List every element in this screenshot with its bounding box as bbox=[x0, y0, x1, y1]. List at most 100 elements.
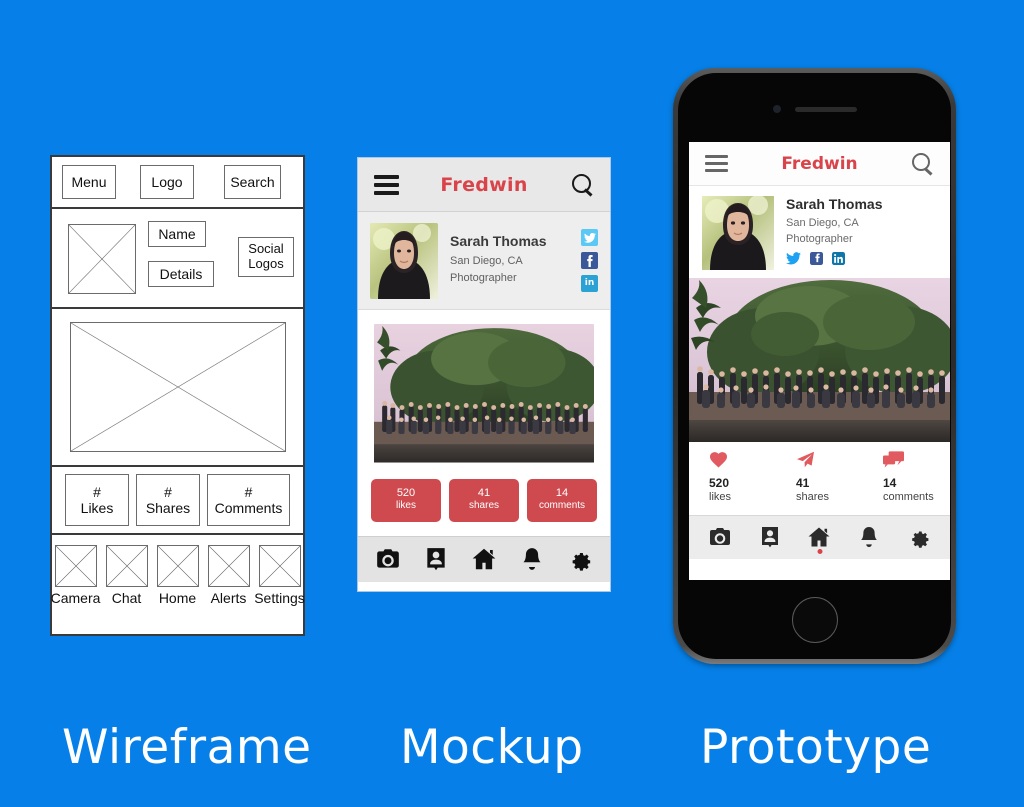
prototype-comments-stat[interactable]: 14 comments bbox=[863, 451, 950, 505]
wireframe-stat-comments-label: Comments bbox=[214, 500, 283, 516]
mockup-comments-label: comments bbox=[538, 500, 586, 512]
caption-prototype: Prototype bbox=[700, 720, 932, 775]
mockup-profile-card: Sarah Thomas San Diego, CA Photographer … bbox=[358, 212, 610, 310]
wireframe-search-box[interactable]: Search bbox=[224, 165, 281, 199]
wireframe-nav-chat-label: Chat bbox=[111, 590, 142, 606]
search-icon[interactable] bbox=[572, 173, 594, 196]
wireframe-nav-camera-placeholder bbox=[54, 545, 97, 587]
mockup-likes-label: likes bbox=[395, 500, 416, 512]
mockup-profile-name: Sarah Thomas bbox=[450, 232, 547, 249]
wireframe-nav-alerts[interactable]: Alerts bbox=[205, 545, 252, 606]
wireframe-nav-settings-label: Settings bbox=[254, 590, 305, 606]
linkedin-icon[interactable] bbox=[832, 252, 845, 265]
mockup-likes-count: 520 bbox=[396, 486, 416, 499]
home-icon[interactable] bbox=[471, 546, 497, 572]
mockup-profile-location: San Diego, CA bbox=[450, 254, 523, 267]
prototype-shares-stat[interactable]: 41 shares bbox=[776, 451, 863, 505]
contact-icon[interactable] bbox=[758, 525, 782, 549]
wireframe-social-line1: Social bbox=[248, 241, 284, 257]
avatar bbox=[370, 222, 438, 299]
linkedin-icon[interactable]: in bbox=[581, 275, 598, 292]
wireframe-nav-section: Camera Chat Home Alerts Settings bbox=[51, 535, 305, 631]
prototype-brand-title: Fredwin bbox=[781, 153, 858, 174]
home-button[interactable] bbox=[791, 597, 838, 643]
mockup-comments-count: 14 bbox=[555, 486, 569, 499]
earpiece-grille bbox=[794, 106, 857, 112]
mockup-likes-button[interactable]: 520 likes bbox=[371, 478, 441, 522]
prototype-likes-count: 520 bbox=[709, 476, 730, 490]
paper-plane-icon bbox=[796, 451, 863, 471]
wireframe-social-logos-box[interactable]: Social Logos bbox=[238, 237, 294, 277]
prototype-likes-stat[interactable]: 520 likes bbox=[689, 451, 776, 505]
wireframe-social-line2: Logos bbox=[248, 256, 284, 271]
wireframe-stats-section: # Likes # Shares # Comments bbox=[52, 467, 303, 535]
front-camera-icon bbox=[772, 105, 781, 113]
wireframe-header: Menu Logo Search bbox=[52, 157, 303, 209]
wireframe-profile-section: Name Details Social Logos bbox=[52, 209, 303, 309]
hamburger-icon[interactable] bbox=[705, 155, 728, 172]
wireframe-logo-box[interactable]: Logo bbox=[140, 165, 194, 199]
contact-icon[interactable] bbox=[423, 546, 449, 572]
facebook-icon[interactable] bbox=[581, 252, 598, 269]
phone-speaker-assembly bbox=[772, 105, 857, 113]
caption-mockup: Mockup bbox=[400, 720, 584, 775]
wireframe-stat-comments[interactable]: # Comments bbox=[207, 474, 290, 526]
bell-icon[interactable] bbox=[857, 525, 881, 549]
wireframe-hero-placeholder bbox=[69, 322, 286, 452]
gear-icon[interactable] bbox=[567, 546, 593, 572]
wireframe-stat-likes[interactable]: # Likes bbox=[65, 474, 129, 526]
prototype-phone-frame: Fredwin Sarah Thomas San Diego, CA Photo… bbox=[673, 68, 956, 664]
wireframe-nav-home-placeholder bbox=[156, 545, 199, 587]
wireframe-nav-settings[interactable]: Settings bbox=[254, 545, 305, 606]
wireframe-stat-shares-hash: # bbox=[164, 483, 172, 500]
wireframe-menu-box[interactable]: Menu bbox=[62, 165, 116, 199]
wireframe-stat-likes-label: Likes bbox=[80, 500, 114, 516]
wireframe-nav-alerts-placeholder bbox=[207, 545, 250, 587]
slide-canvas: Menu Logo Search Name Details Social Log… bbox=[0, 0, 1024, 807]
prototype-social-links bbox=[786, 252, 882, 265]
wireframe-avatar-placeholder bbox=[68, 224, 136, 294]
post-photo bbox=[689, 278, 950, 442]
wireframe-details-box[interactable]: Details bbox=[148, 261, 214, 287]
hamburger-icon[interactable] bbox=[374, 174, 399, 195]
gear-icon[interactable] bbox=[907, 525, 931, 549]
camera-icon[interactable] bbox=[708, 525, 732, 549]
mockup-shares-button[interactable]: 41 shares bbox=[449, 478, 519, 522]
wireframe-nav-chat-placeholder bbox=[105, 545, 148, 587]
wireframe-stat-shares-label: Shares bbox=[145, 500, 191, 516]
camera-icon[interactable] bbox=[375, 546, 401, 572]
mockup-profile-occupation: Photographer bbox=[450, 271, 517, 284]
active-page-indicator bbox=[817, 548, 822, 554]
phone-screen: Fredwin Sarah Thomas San Diego, CA Photo… bbox=[689, 142, 950, 580]
mockup-comments-button[interactable]: 14 comments bbox=[527, 478, 597, 522]
twitter-icon[interactable] bbox=[581, 229, 598, 246]
twitter-icon[interactable] bbox=[786, 252, 801, 265]
mockup-stats-row: 520 likes 41 shares 14 comments bbox=[358, 474, 610, 536]
search-icon[interactable] bbox=[912, 152, 934, 175]
wireframe-hero-section bbox=[52, 309, 303, 467]
prototype-topbar: Fredwin bbox=[689, 142, 950, 186]
wireframe-nav-home[interactable]: Home bbox=[154, 545, 201, 606]
wireframe-nav-settings-placeholder bbox=[258, 545, 301, 587]
mockup-shares-label: shares bbox=[468, 500, 499, 512]
home-icon[interactable] bbox=[807, 525, 831, 549]
wireframe-panel: Menu Logo Search Name Details Social Log… bbox=[50, 155, 305, 636]
prototype-profile-name: Sarah Thomas bbox=[786, 196, 883, 212]
bell-icon[interactable] bbox=[519, 546, 545, 572]
prototype-profile-info: Sarah Thomas San Diego, CA Photographer bbox=[786, 196, 882, 270]
prototype-profile-location: San Diego, CA bbox=[786, 217, 859, 229]
prototype-profile-occupation: Photographer bbox=[786, 233, 853, 245]
post-photo bbox=[374, 324, 594, 463]
mockup-shares-count: 41 bbox=[477, 486, 491, 499]
prototype-likes-label: likes bbox=[709, 491, 732, 503]
wireframe-stat-likes-hash: # bbox=[93, 483, 101, 500]
wireframe-nav-chat[interactable]: Chat bbox=[103, 545, 150, 606]
wireframe-stat-shares[interactable]: # Shares bbox=[136, 474, 200, 526]
facebook-icon[interactable] bbox=[810, 252, 823, 265]
prototype-stats-row: 520 likes 41 shares 14 comments bbox=[689, 442, 950, 515]
wireframe-nav-alerts-label: Alerts bbox=[210, 590, 247, 606]
prototype-comments-count: 14 bbox=[883, 476, 897, 490]
caption-wireframe: Wireframe bbox=[62, 720, 312, 775]
mockup-panel: Fredwin Sarah Thomas San Diego, CA Photo… bbox=[357, 157, 611, 592]
wireframe-nav-camera[interactable]: Camera bbox=[51, 545, 100, 606]
